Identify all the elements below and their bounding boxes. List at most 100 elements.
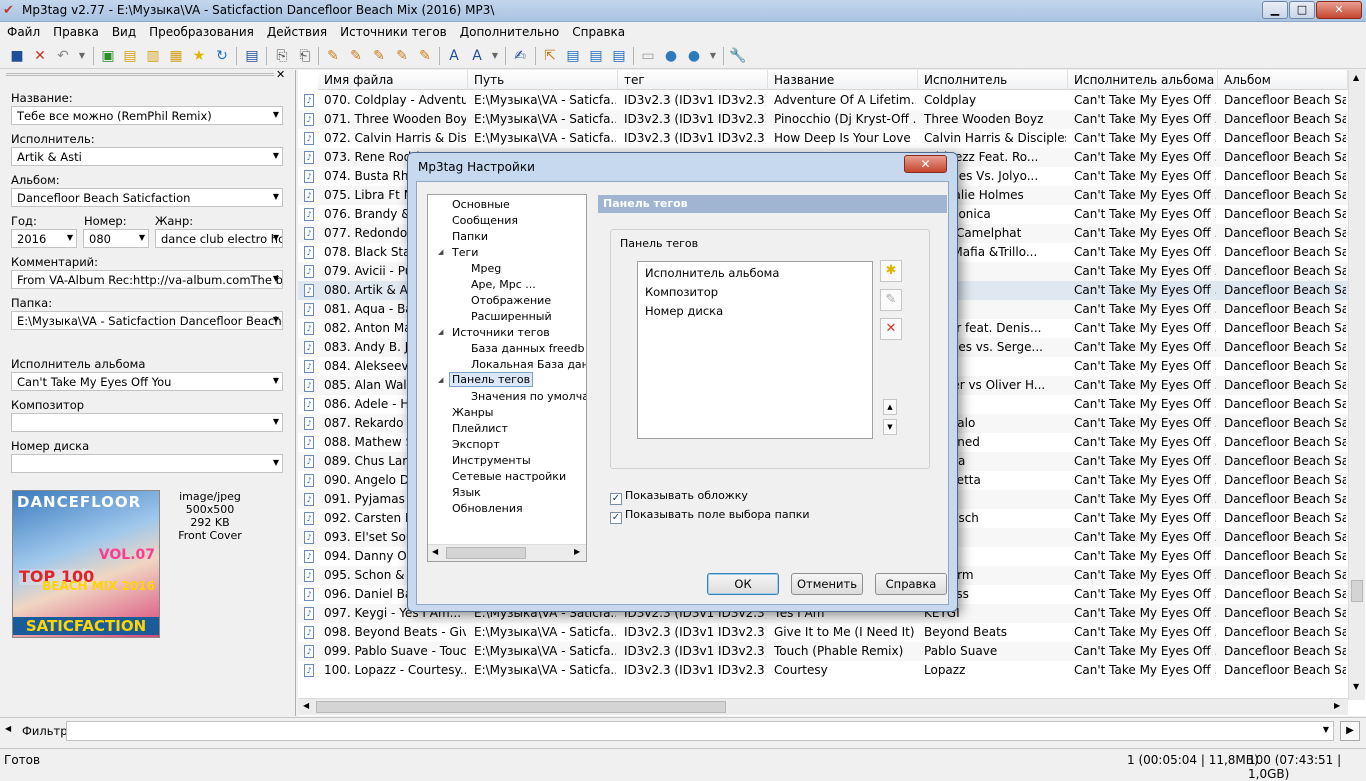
tree-toggle-tags-icon[interactable]: ◢ — [438, 248, 443, 256]
dialog-close-button[interactable]: ✕ — [904, 155, 947, 173]
chevron-down-icon[interactable]: ▼ — [273, 151, 279, 160]
star-icon[interactable]: ★ — [189, 46, 209, 66]
disc-field[interactable]: ▼ — [11, 454, 283, 473]
delete-icon[interactable]: ✕ — [30, 46, 50, 66]
tree-hscrollbar[interactable]: ◀ ▶ — [428, 544, 586, 561]
chevron-down-icon[interactable]: ▼ — [273, 233, 279, 242]
close-button[interactable]: ✕ — [1316, 1, 1362, 19]
filename-filename-icon[interactable]: ✎ — [369, 46, 389, 66]
panel-close-icon[interactable]: ✕ — [276, 68, 285, 81]
tree-item-messages[interactable]: Сообщения — [452, 214, 518, 227]
settings-tree[interactable]: Основные Сообщения Папки ◢ Теги Mpeg Ape… — [427, 194, 587, 562]
panel-fields-list[interactable]: Исполнитель альбома Композитор Номер дис… — [637, 261, 873, 439]
actions-dropdown-icon[interactable]: ▼ — [485, 46, 505, 66]
refresh-icon[interactable]: ↻ — [212, 46, 232, 66]
checkmark-icon[interactable]: ✓ — [610, 493, 622, 505]
tree-item-tags[interactable]: Теги — [452, 246, 478, 259]
scroll-left-icon[interactable]: ◀ — [303, 701, 309, 710]
tree-item-mpeg[interactable]: Mpeg — [471, 262, 501, 275]
tree-item-playlist[interactable]: Плейлист — [452, 422, 508, 435]
album-artist-field[interactable]: Can't Take My Eyes Off You ▼ — [11, 372, 283, 391]
web-sources-dropdown-icon[interactable]: ▼ — [703, 46, 723, 66]
col-filename[interactable]: Имя файла — [318, 70, 468, 90]
menu-help[interactable]: Справка — [565, 22, 631, 39]
chevron-down-icon[interactable]: ▼ — [273, 110, 279, 119]
col-album-artist[interactable]: Исполнитель альбома — [1068, 70, 1218, 90]
wrench-icon[interactable]: 🔧 — [728, 46, 748, 66]
col-artist[interactable]: Исполнитель — [918, 70, 1068, 90]
field-item-disc-number[interactable]: Номер диска — [645, 304, 723, 318]
expand-icon[interactable]: ◀ — [5, 724, 11, 733]
menu-file[interactable]: Файл — [0, 22, 46, 39]
tree-item-tag-sources[interactable]: Источники тегов — [452, 326, 550, 339]
tree-item-language[interactable]: Язык — [452, 486, 481, 499]
folder-field[interactable]: E:\Музыка\VA - Saticfaction Dancefloor B… — [11, 311, 283, 330]
chevron-down-icon[interactable]: ▼ — [273, 315, 279, 324]
open-folder-icon[interactable]: ▥ — [143, 46, 163, 66]
tree-item-folders[interactable]: Папки — [452, 230, 488, 243]
tree-item-network[interactable]: Сетевые настройки — [452, 470, 566, 483]
tree-item-genres[interactable]: Жанры — [452, 406, 493, 419]
save-icon[interactable]: ■ — [7, 46, 27, 66]
checkmark-icon[interactable]: ✓ — [610, 512, 622, 524]
chevron-down-icon[interactable]: ▼ — [139, 233, 145, 242]
col-title[interactable]: Название — [768, 70, 918, 90]
vertical-scrollbar[interactable]: ▲ ▼ — [1348, 70, 1365, 700]
tree-item-updates[interactable]: Обновления — [452, 502, 523, 515]
artist-field[interactable]: Artik & Asti ▼ — [11, 147, 283, 166]
autonumber-icon[interactable]: ▤ — [586, 46, 606, 66]
show-cover-checkbox[interactable]: ✓ Показывать обложку — [610, 489, 748, 505]
tree-item-display[interactable]: Отображение — [471, 294, 551, 307]
chevron-down-icon[interactable]: ▼ — [273, 274, 279, 283]
undo-icon[interactable]: ↶ — [53, 46, 73, 66]
menu-convert[interactable]: Преобразования — [142, 22, 260, 39]
cover-art[interactable]: DANCEFLOOR VOL.07 TOP 100 BEACH MIX 2016… — [12, 490, 160, 638]
col-path[interactable]: Путь — [468, 70, 618, 90]
field-item-composer[interactable]: Композитор — [645, 285, 718, 299]
chevron-down-icon[interactable]: ▼ — [273, 458, 279, 467]
chevron-down-icon[interactable]: ▼ — [273, 192, 279, 201]
menu-extra[interactable]: Дополнительно — [453, 22, 566, 39]
scroll-down-icon[interactable]: ▼ — [1353, 682, 1359, 691]
title-field[interactable]: Тебе все можно (RemPhil Remix) ▼ — [11, 106, 283, 125]
tree-item-general[interactable]: Основные — [452, 198, 510, 211]
field-item-album-artist[interactable]: Исполнитель альбома — [645, 266, 779, 280]
minimize-button[interactable]: ▁ — [1262, 1, 1288, 19]
scroll-right-icon[interactable]: ▶ — [1334, 701, 1340, 710]
tree-toggle-panel-icon[interactable]: ◢ — [438, 376, 443, 384]
chevron-down-icon[interactable]: ▼ — [1323, 725, 1329, 734]
table-row[interactable]: ♪ 071. Three Wooden Boy... E:\Музыка\VA - … — [298, 110, 1348, 129]
table-row[interactable]: ♪ 100. Lopazz - Courtesy.... E:\Музыка\VA … — [298, 661, 1348, 680]
tree-item-tag-panel[interactable]: Панель тегов — [449, 372, 534, 387]
table-row[interactable]: ♪ 098. Beyond Beats - Giv... E:\Музыка\VA … — [298, 623, 1348, 642]
horizontal-scroll-thumb[interactable] — [316, 701, 726, 713]
scroll-right-icon[interactable]: ▶ — [574, 547, 580, 556]
menu-tag-sources[interactable]: Источники тегов — [333, 22, 453, 39]
undo-dropdown-icon[interactable]: ▼ — [72, 46, 92, 66]
text-tag-icon[interactable]: ✎ — [392, 46, 412, 66]
playlist-icon[interactable]: ▤ — [563, 46, 583, 66]
col-tag[interactable]: тег — [618, 70, 768, 90]
tree-item-freedb[interactable]: База данных freedb — [471, 342, 584, 355]
cancel-button[interactable]: Отменить — [791, 573, 863, 595]
col-album[interactable]: Альбом — [1218, 70, 1348, 90]
panel-grip[interactable] — [6, 73, 274, 76]
album-field[interactable]: Dancefloor Beach Saticfaction ▼ — [11, 188, 283, 207]
filter-go-button[interactable]: ▶ — [1340, 721, 1360, 741]
edit-field-button[interactable]: ✎ — [880, 289, 902, 311]
menu-edit[interactable]: Правка — [46, 22, 105, 39]
tree-item-ape-mpc[interactable]: Ape, Mpc ... — [471, 278, 536, 291]
web-source-icon[interactable]: ● — [661, 46, 681, 66]
tree-item-defaults[interactable]: Значения по умолчан — [471, 390, 586, 403]
show-folder-checkbox[interactable]: ✓ Показывать поле выбора папки — [610, 508, 810, 524]
filename-tag-icon[interactable]: ✎ — [346, 46, 366, 66]
chevron-down-icon[interactable]: ▼ — [273, 417, 279, 426]
year-field[interactable]: 2016 ▼ — [11, 229, 77, 248]
maximize-button[interactable]: □ — [1289, 1, 1315, 19]
export-icon[interactable]: ⇱ — [540, 46, 560, 66]
help-button[interactable]: Справка — [875, 573, 947, 595]
vertical-scroll-thumb[interactable] — [1351, 580, 1363, 602]
genre-field[interactable]: dance club electro ho ▼ — [155, 229, 283, 248]
table-row[interactable]: ♪ 099. Pablo Suave - Touc... E:\Музыка\VA … — [298, 642, 1348, 661]
remove-field-button[interactable]: ✕ — [880, 318, 902, 340]
